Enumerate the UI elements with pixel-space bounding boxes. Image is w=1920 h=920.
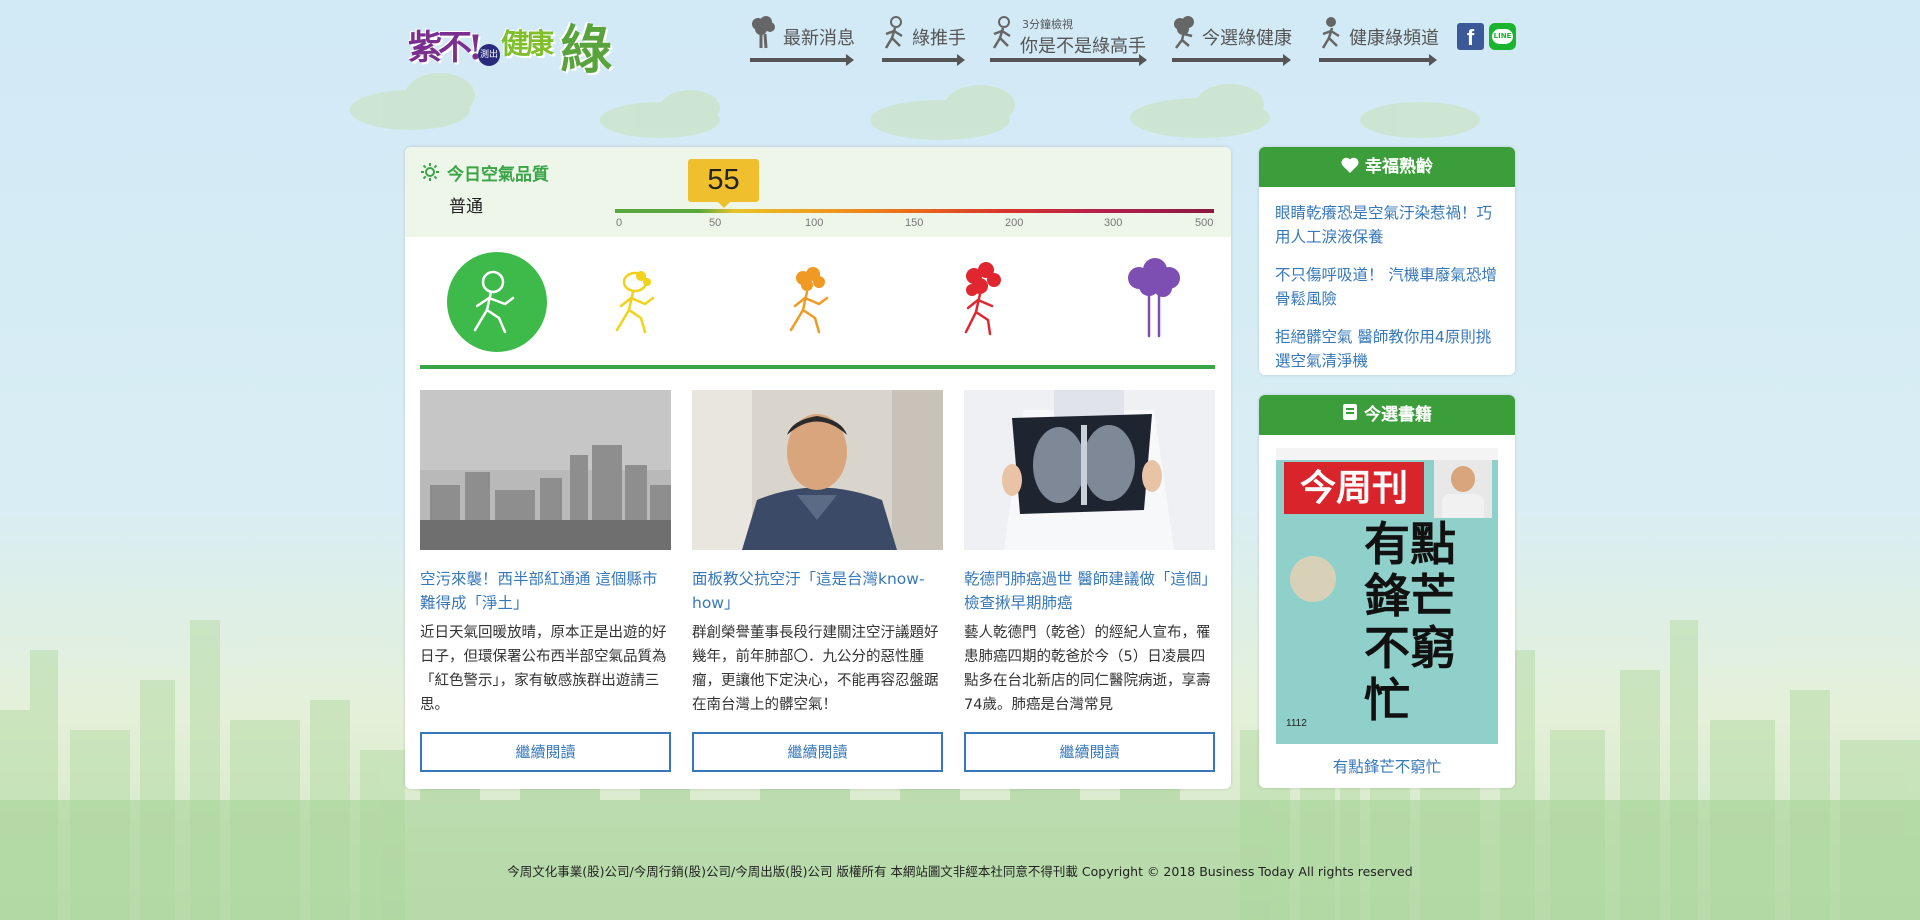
happy-aging-box: 幸福熟齡 眼睛乾癢恐是空氣汙染惹禍！巧用人工淚液保養 不只傷呼吸道！ 汽機車廢氣… <box>1259 147 1515 375</box>
aqi-tick-label: 100 <box>805 217 824 229</box>
site-header: 紫不! 測出 健康 綠 最新消息 綠推手 3分鐘檢視 你是不是綠高手 今選綠健康… <box>0 0 1920 81</box>
cloud-figure-icon <box>1174 16 1194 49</box>
happy-aging-title: 幸福熟齡 <box>1365 157 1433 177</box>
article-summary: 群創榮譽董事長段行建關注空汙議題好幾年，前年肺部〇．九公分的惡性腫瘤，更讓他下定… <box>692 625 939 713</box>
cover-illustration <box>1290 556 1336 602</box>
article-title[interactable]: 面板教父抗空汙「這是台灣know-how」 <box>692 567 943 615</box>
aqi-level-hazardous-icon[interactable] <box>1103 252 1203 352</box>
arrow-right-icon <box>1172 54 1291 66</box>
line-icon[interactable]: LINE <box>1489 23 1516 50</box>
arrow-right-icon <box>990 54 1147 66</box>
article-title[interactable]: 乾德門肺癌過世 醫師建議做「這個」檢查揪早期肺癌 <box>964 567 1215 615</box>
air-quality-status: 普通 <box>449 197 483 217</box>
aqi-tick-label: 150 <box>905 217 924 229</box>
arrow-right-icon <box>750 54 854 66</box>
books-box: 今選書籍 今周刊 有點鋒芒不窮忙 1112 有點鋒芒不窮忙 <box>1259 395 1515 788</box>
aqi-value-pointer <box>718 202 730 208</box>
arrow-right-icon <box>882 54 965 66</box>
cover-masthead: 今周刊 <box>1284 462 1424 514</box>
article-title[interactable]: 空污來襲！西半部紅通通 這個縣市難得成「淨土」 <box>420 567 671 615</box>
sidebar-article-link[interactable]: 眼睛乾癢恐是空氣汙染惹禍！巧用人工淚液保養 <box>1275 187 1499 249</box>
nav-sublabel: 3分鐘檢視 <box>1022 18 1073 31</box>
article-image-xray[interactable] <box>964 390 1215 550</box>
article-image-smog-city[interactable] <box>420 390 671 550</box>
nav-latest-news[interactable]: 最新消息 <box>750 14 855 70</box>
site-logo[interactable]: 紫不! 測出 健康 綠 <box>404 8 619 81</box>
walking-figure-icon <box>992 16 1011 49</box>
aqi-tick-label: 200 <box>1005 217 1024 229</box>
nav-green-quiz[interactable]: 3分鐘檢視 你是不是綠高手 <box>990 14 1147 70</box>
aqi-value-badge: 55 <box>688 159 759 202</box>
article-image-portrait[interactable] <box>692 390 943 550</box>
aqi-tick-label: 0 <box>616 217 623 229</box>
aqi-level-good-icon[interactable] <box>447 252 547 352</box>
sun-icon <box>421 163 439 181</box>
nav-green-pusher[interactable]: 綠推手 <box>882 14 966 70</box>
book-icon <box>1342 396 1358 436</box>
article-card: 空污來襲！西半部紅通通 這個縣市難得成「淨土」 近日天氣回暖放晴，原本正是出遊的… <box>420 390 671 772</box>
logo-badge: 測出 <box>478 44 500 66</box>
sidebar-article-link[interactable]: 不只傷呼吸道！ 汽機車廢氣恐增骨鬆風險 <box>1275 249 1499 311</box>
article-summary: 近日天氣回暖放晴，原本正是出遊的好日子，但環保署公布西半部空氣品質為「紅色警示」… <box>420 625 667 713</box>
aqi-scale-bar <box>615 209 1214 213</box>
line-icon-text: LINE <box>1492 29 1513 44</box>
aqi-level-moderate-icon[interactable] <box>583 252 683 352</box>
walking-figure-icon <box>1321 17 1340 49</box>
cover-portrait <box>1434 460 1492 518</box>
article-card: 乾德門肺癌過世 醫師建議做「這個」檢查揪早期肺癌 藝人乾德門（乾爸）的經紀人宣布… <box>964 390 1215 772</box>
aqi-level-sensitive-icon[interactable] <box>757 252 857 352</box>
read-more-button[interactable]: 繼續閱讀 <box>692 732 943 772</box>
level-divider <box>420 365 1215 369</box>
book-title-link[interactable]: 有點鋒芒不窮忙 <box>1259 755 1515 777</box>
article-card: 面板教父抗空汙「這是台灣know-how」 群創榮譽董事長段行建關注空汙議題好幾… <box>692 390 943 772</box>
sidebar-article-link[interactable]: 拒絕髒空氣 醫師教你用4原則挑選空氣清淨機 <box>1275 311 1499 373</box>
magazine-cover-image[interactable]: 今周刊 有點鋒芒不窮忙 1112 <box>1276 448 1498 744</box>
facebook-icon[interactable]: f <box>1457 23 1484 50</box>
nav-green-channel[interactable]: 健康綠頻道 <box>1319 14 1439 70</box>
books-title: 今選書籍 <box>1364 405 1432 425</box>
logo-text-purple: 紫不! <box>408 28 483 68</box>
aqi-level-indicators <box>405 252 1231 352</box>
aqi-level-unhealthy-icon[interactable] <box>932 252 1032 352</box>
aqi-tick-label: 50 <box>709 217 722 229</box>
cloud-figure-icon <box>752 16 775 49</box>
cover-top-strip <box>1276 448 1498 460</box>
logo-text-large: 綠 <box>560 20 613 81</box>
nav-label: 今選綠健康 <box>1202 28 1292 49</box>
read-more-button[interactable]: 繼續閱讀 <box>964 732 1215 772</box>
cover-headline: 有點鋒芒不窮忙 <box>1364 517 1456 727</box>
aqi-tick-label: 300 <box>1104 217 1123 229</box>
read-more-button[interactable]: 繼續閱讀 <box>420 732 671 772</box>
nav-label: 綠推手 <box>912 28 966 49</box>
article-summary: 藝人乾德門（乾爸）的經紀人宣布，罹患肺癌四期的乾爸於今（5）日凌晨四點多在台北新… <box>964 625 1211 713</box>
logo-text-green: 健康 <box>501 27 554 60</box>
main-content-panel: 今日空氣品質 普通 55 0 50 100 150 200 300 500 空污… <box>405 147 1231 789</box>
books-header: 今選書籍 <box>1259 395 1515 435</box>
nav-label: 健康綠頻道 <box>1349 28 1439 49</box>
walking-figure-icon <box>884 16 903 49</box>
aqi-tick-label: 500 <box>1195 217 1214 229</box>
nav-label: 最新消息 <box>783 28 855 49</box>
nav-selected-green-health[interactable]: 今選綠健康 <box>1172 14 1292 70</box>
footer-copyright: 今周文化事業(股)公司/今周行銷(股)公司/今周出版(股)公司 版權所有 本網站… <box>507 864 1413 879</box>
happy-aging-header: 幸福熟齡 <box>1259 147 1515 187</box>
heart-icon <box>1341 148 1359 188</box>
air-quality-header: 今日空氣品質 普通 55 0 50 100 150 200 300 500 <box>405 147 1231 237</box>
arrow-right-icon <box>1319 54 1437 66</box>
cover-issue-number: 1112 <box>1286 718 1307 729</box>
air-quality-title: 今日空氣品質 <box>447 165 549 185</box>
